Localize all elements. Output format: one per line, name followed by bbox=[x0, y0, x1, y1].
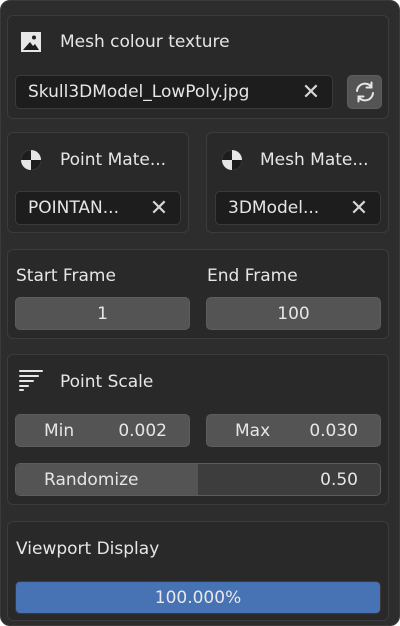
addon-panel: Mesh colour texture Skull3DModel_LowPoly… bbox=[0, 0, 400, 626]
mesh-material-section: Mesh Mate... 3DModel... ✕ bbox=[206, 132, 389, 233]
max-scale-label: Max bbox=[235, 420, 271, 441]
max-scale-value: 0.030 bbox=[309, 420, 358, 441]
max-scale-field[interactable]: Max 0.030 bbox=[206, 414, 381, 447]
clear-point-material-button[interactable]: ✕ bbox=[146, 195, 172, 221]
mesh-material-field[interactable]: 3DModel... ✕ bbox=[215, 191, 381, 225]
min-scale-field[interactable]: Min 0.002 bbox=[15, 414, 190, 447]
randomize-value: 0.50 bbox=[320, 469, 358, 490]
randomize-slider[interactable]: Randomize 0.50 bbox=[15, 463, 381, 496]
mesh-texture-section: Mesh colour texture Skull3DModel_LowPoly… bbox=[7, 15, 389, 119]
mesh-texture-file-field[interactable]: Skull3DModel_LowPoly.jpg ✕ bbox=[15, 75, 333, 109]
start-frame-label: Start Frame bbox=[16, 266, 116, 286]
end-frame-label: End Frame bbox=[207, 266, 298, 286]
refresh-icon bbox=[353, 80, 377, 104]
mesh-material-value: 3DModel... bbox=[228, 198, 320, 218]
material-sphere-icon bbox=[220, 148, 244, 172]
clear-mesh-material-button[interactable]: ✕ bbox=[346, 195, 372, 221]
viewport-display-slider[interactable]: 100.000% bbox=[15, 581, 381, 614]
frame-range-section: Start Frame End Frame 1 100 bbox=[7, 249, 389, 339]
point-material-field[interactable]: POINTAN... ✕ bbox=[15, 191, 181, 225]
viewport-display-title: Viewport Display bbox=[16, 539, 160, 559]
start-frame-value: 1 bbox=[97, 303, 108, 324]
mesh-material-title: Mesh Mate... bbox=[260, 150, 369, 170]
end-frame-field[interactable]: 100 bbox=[206, 297, 381, 330]
point-material-title: Point Mate... bbox=[60, 150, 167, 170]
mesh-texture-title: Mesh colour texture bbox=[60, 32, 230, 52]
scale-lines-icon bbox=[18, 368, 44, 392]
mesh-texture-file-value: Skull3DModel_LowPoly.jpg bbox=[28, 82, 250, 102]
viewport-display-section: Viewport Display 100.000% bbox=[7, 521, 389, 621]
material-sphere-icon bbox=[19, 148, 43, 172]
randomize-label: Randomize bbox=[44, 469, 139, 490]
reload-texture-button[interactable] bbox=[347, 75, 382, 109]
image-icon bbox=[20, 31, 42, 53]
point-material-value: POINTAN... bbox=[28, 198, 119, 218]
point-scale-section: Point Scale Min 0.002 Max 0.030 Randomiz… bbox=[7, 354, 389, 505]
clear-texture-button[interactable]: ✕ bbox=[298, 79, 324, 105]
viewport-display-value: 100.000% bbox=[154, 587, 242, 608]
point-scale-title: Point Scale bbox=[60, 372, 154, 392]
point-material-section: Point Mate... POINTAN... ✕ bbox=[7, 132, 189, 233]
min-scale-value: 0.002 bbox=[118, 420, 167, 441]
end-frame-value: 100 bbox=[277, 303, 310, 324]
min-scale-label: Min bbox=[44, 420, 75, 441]
start-frame-field[interactable]: 1 bbox=[15, 297, 190, 330]
